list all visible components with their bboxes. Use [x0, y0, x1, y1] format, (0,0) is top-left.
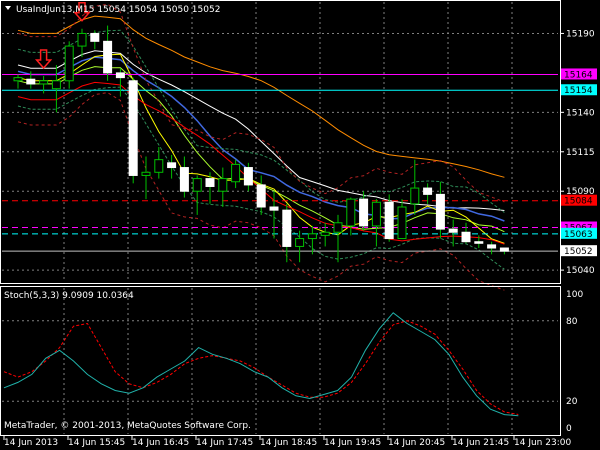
candle-body [346, 198, 356, 227]
candle-body [115, 72, 125, 79]
time-label: 14 Jun 23:00 [514, 438, 571, 448]
candle-body [461, 231, 471, 243]
candle-body [218, 178, 228, 192]
grid [2, 2, 558, 434]
candle-body [333, 222, 343, 233]
red-ma-line [17, 81, 505, 245]
candle-body [269, 206, 279, 211]
stoch-signal-line [3, 320, 519, 415]
stoch-tick-label: 0 [566, 424, 572, 434]
candle-body [26, 78, 36, 85]
price-chart[interactable]: 1519015154151401511515090150631504015164… [0, 0, 600, 450]
price-marker-label: 15164 [564, 70, 593, 80]
stoch-tick-label: 20 [566, 397, 578, 407]
price-marker-label: 15084 [564, 197, 593, 207]
candle-body [307, 233, 317, 240]
candle-body [499, 247, 509, 252]
candle-body [39, 80, 49, 85]
time-label: 14 Jun 18:45 [260, 438, 317, 448]
time-label: 14 Jun 20:45 [388, 438, 445, 448]
candle-body [410, 187, 420, 205]
stoch-main-line [3, 312, 519, 417]
candle-body [423, 187, 433, 195]
candle-body [51, 80, 61, 90]
indicator-lines [17, 3, 505, 291]
candle-body [205, 178, 215, 187]
candle-body [128, 80, 138, 176]
candle-body [474, 241, 484, 244]
candle-body [359, 198, 369, 227]
stoch-tick-label: 80 [566, 317, 578, 327]
candle-body [231, 163, 241, 183]
time-label: 14 Jun 19:45 [324, 438, 381, 448]
price-tick-label: 15140 [566, 108, 595, 118]
candle-body [282, 209, 292, 247]
candle-body [397, 206, 407, 240]
candle-body [295, 238, 305, 247]
candle-body [192, 178, 202, 192]
stoch-tick-label: 100 [566, 290, 583, 300]
candle-body [384, 201, 394, 240]
candle-body [371, 201, 381, 227]
metatrader-chart-window: 1519015154151401511515090150631504015164… [0, 0, 600, 450]
price-marker-label: 15154 [564, 86, 593, 96]
stoch-panel-border [0, 286, 561, 436]
price-tick-label: 15115 [566, 148, 595, 158]
candle-body [179, 167, 189, 192]
candle-body [435, 193, 445, 230]
price-marker-label: 15063 [564, 230, 593, 240]
candle-body [167, 162, 177, 169]
price-marker-label: 15052 [564, 247, 593, 257]
stoch-label: Stoch(5,3,3) 9.0909 10.0364 [4, 291, 134, 301]
candle-body [64, 45, 74, 82]
time-label: 14 Jun 16:45 [132, 438, 189, 448]
time-label: 14 Jun 2013 [4, 438, 58, 448]
price-tick-label: 15190 [566, 29, 595, 39]
stochastic-panel [3, 312, 519, 417]
candle-body [256, 184, 266, 208]
candle-body [141, 171, 151, 176]
yellow-ma-line [17, 53, 505, 244]
time-label: 14 Jun 17:45 [196, 438, 253, 448]
candle-body [243, 167, 253, 186]
candle-body [77, 32, 87, 47]
candle-body [90, 32, 100, 42]
candle-body [154, 159, 164, 173]
candle-body [448, 228, 458, 233]
collapse-triangle-icon[interactable] [5, 6, 11, 10]
copyright-text: MetaTrader, © 2001-2013, MetaQuotes Soft… [4, 421, 251, 431]
candle-body [103, 40, 113, 74]
time-label: 14 Jun 15:45 [68, 438, 125, 448]
time-label: 14 Jun 21:45 [452, 438, 509, 448]
candle-body [13, 77, 23, 82]
price-tick-label: 15040 [566, 266, 595, 276]
candle-body [320, 231, 330, 236]
symbol-header: UsaIndJun13,M15 15054 15054 15050 15052 [16, 5, 220, 15]
candle-body [487, 244, 497, 249]
